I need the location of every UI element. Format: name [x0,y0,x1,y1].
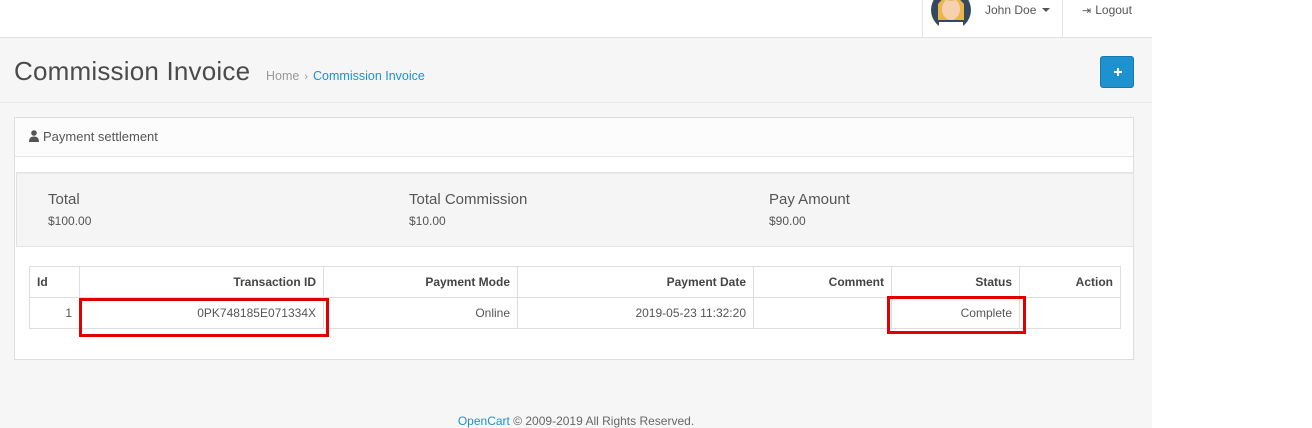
breadcrumb: Home › Commission Invoice [266,69,425,83]
page-divider [0,102,1152,103]
page-title: Commission Invoice [14,56,251,86]
column-header-status[interactable]: Status [891,266,1020,298]
cell-action [1019,297,1121,329]
panel-heading: Payment settlement [15,118,1133,157]
column-header-action[interactable]: Action [1019,266,1121,298]
cell-status: Complete [891,297,1020,329]
column-header-payment-mode[interactable]: Payment Mode [323,266,518,298]
summary-label: Total Commission [409,191,528,208]
cell-payment-date: 2019-05-23 11:32:20 [517,297,754,329]
table-row: 1 0PK748185E071334X Online 2019-05-23 11… [29,297,1121,329]
breadcrumb-current[interactable]: Commission Invoice [313,69,425,83]
user-menu[interactable]: John Doe [923,0,1061,37]
user-icon [29,130,39,142]
column-header-payment-date[interactable]: Payment Date [517,266,754,298]
summary-total: Total $100.00 [48,191,91,228]
footer-copyright: © 2009-2019 All Rights Reserved. [509,414,695,428]
cell-id: 1 [29,297,80,329]
summary-total-commission: Total Commission $10.00 [409,191,527,228]
transactions-table: Id Transaction ID Payment Mode Payment D… [29,266,1121,329]
logout-link[interactable]: ⇥ Logout [1082,3,1132,17]
app-window: John Doe ⇥ Logout Commission Invoice Home… [0,0,1152,428]
cell-transaction-id: 0PK748185E071334X [79,297,324,329]
breadcrumb-separator: › [304,71,309,83]
footer-opencart-link[interactable]: OpenCart [458,414,510,428]
column-header-id[interactable]: Id [29,266,80,298]
footer: OpenCart © 2009-2019 All Rights Reserved… [0,414,1152,428]
user-name: John Doe [985,3,1037,17]
caret-down-icon [1042,8,1050,12]
cell-comment [753,297,892,329]
summary-label: Total [48,191,80,208]
avatar [931,0,971,32]
logout-label: Logout [1095,3,1132,17]
payment-settlement-panel: Payment settlement Total $100.00 Total C… [14,117,1134,360]
column-header-transaction-id[interactable]: Transaction ID [79,266,324,298]
column-header-comment[interactable]: Comment [753,266,892,298]
plus-icon [1117,68,1119,76]
panel-title: Payment settlement [43,129,158,144]
add-button[interactable] [1100,56,1134,88]
table-header-row: Id Transaction ID Payment Mode Payment D… [29,266,1121,298]
summary-value: $90.00 [769,214,806,228]
sign-out-icon: ⇥ [1082,5,1092,17]
summary-value: $100.00 [48,214,92,228]
breadcrumb-home[interactable]: Home [266,69,299,83]
summary-label: Pay Amount [769,191,850,208]
summary-well: Total $100.00 Total Commission $10.00 Pa… [16,172,1134,247]
summary-pay-amount: Pay Amount $90.00 [769,191,850,228]
summary-value: $10.00 [409,214,446,228]
cell-payment-mode: Online [323,297,518,329]
top-header: John Doe ⇥ Logout [0,0,1152,38]
header-divider [1062,0,1063,37]
